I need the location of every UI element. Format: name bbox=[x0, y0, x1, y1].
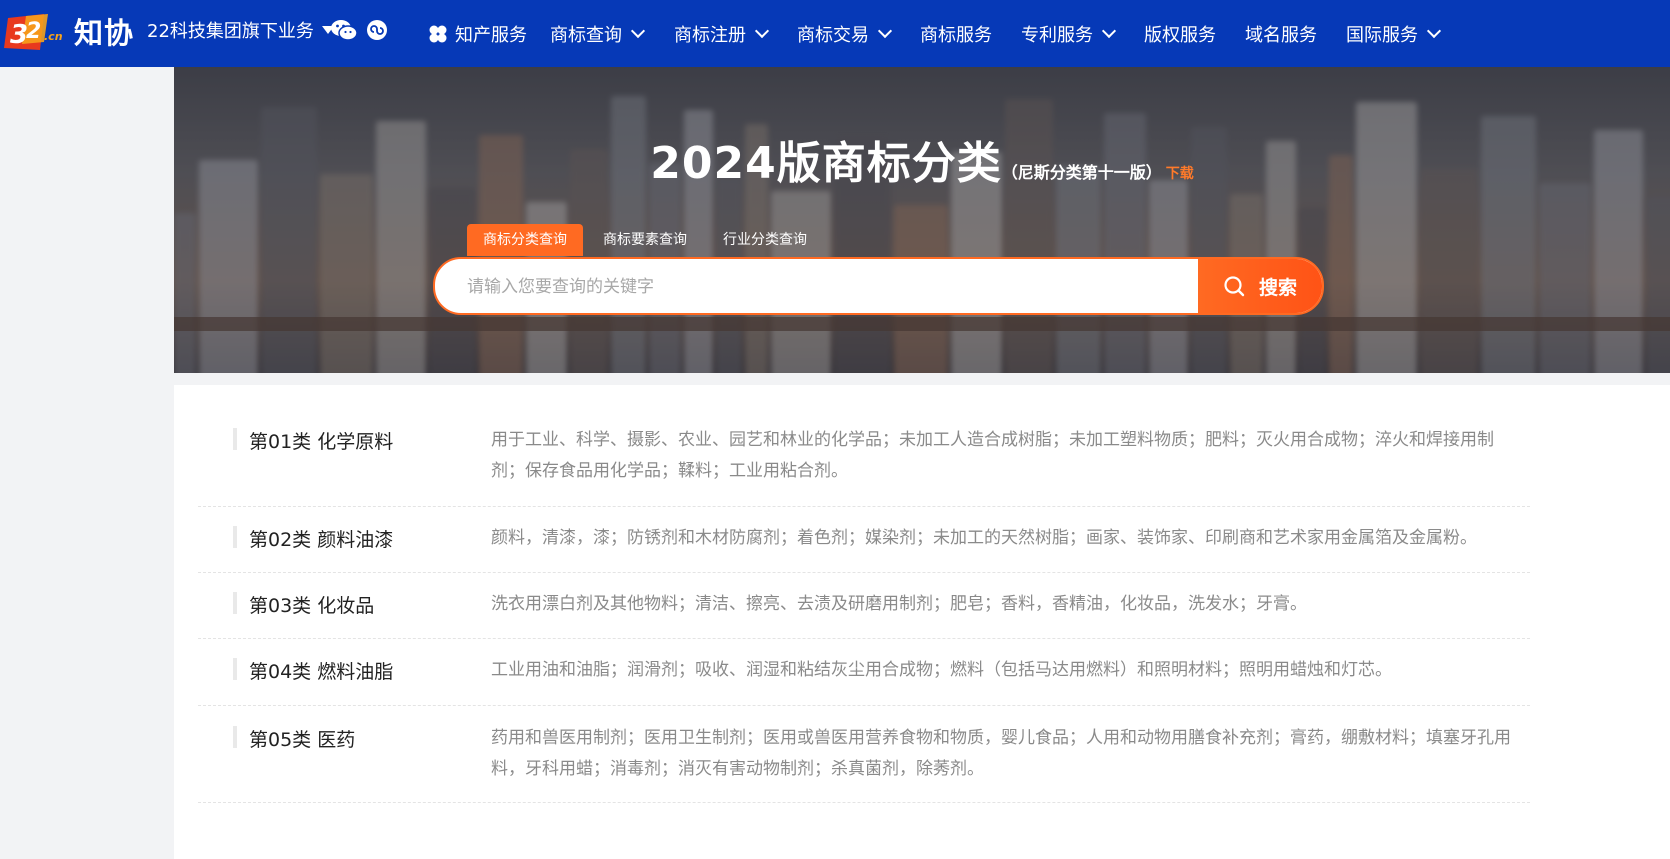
chevron-down-icon bbox=[1101, 23, 1117, 39]
nav-label: 专利服务 bbox=[1021, 24, 1093, 46]
search-button[interactable]: 搜索 bbox=[1198, 259, 1322, 313]
class-description: 用于工业、科学、摄影、农业、园艺和林业的化学品；未加工人造合成树脂；未加工塑料物… bbox=[491, 430, 1494, 481]
page-title: 2024版商标分类 bbox=[650, 138, 1002, 189]
nav-label: 国际服务 bbox=[1346, 24, 1418, 46]
row-marker bbox=[233, 726, 237, 748]
nav-trademark-search[interactable]: 商标查询 bbox=[550, 0, 646, 67]
class-description: 工业用油和油脂；润滑剂；吸收、润湿和粘结灰尘用合成物；燃料（包括马达用燃料）和照… bbox=[491, 660, 1392, 680]
class-list: 第01类 化学原料 用于工业、科学、摄影、农业、园艺和林业的化学品；未加工人造合… bbox=[174, 385, 1670, 859]
wechat-icon[interactable] bbox=[330, 18, 358, 42]
list-item[interactable]: 第04类 燃料油脂 工业用油和油脂；润滑剂；吸收、润湿和粘结灰尘用合成物；燃料（… bbox=[198, 638, 1530, 706]
brand-name[interactable]: 知协 bbox=[74, 10, 134, 52]
search-icon bbox=[1224, 276, 1245, 297]
tab-class-search[interactable]: 商标分类查询 bbox=[467, 224, 583, 256]
nav-ip-services[interactable]: 知产服务 bbox=[428, 0, 527, 67]
chevron-down-icon bbox=[1426, 23, 1442, 39]
top-navigation-bar: 3 2 .cn 知协 22科技集团旗下业务 知产服务 商标查询 商标注册 商标交… bbox=[0, 0, 1670, 67]
nav-international-service[interactable]: 国际服务 bbox=[1346, 0, 1442, 67]
nav-label: 版权服务 bbox=[1144, 24, 1216, 46]
list-item[interactable]: 第03类 化妆品 洗衣用漂白剂及其他物料；清洁、擦亮、去渍及研磨用制剂；肥皂；香… bbox=[198, 572, 1530, 639]
clover-icon bbox=[429, 25, 447, 42]
hero-banner: 2024版商标分类（尼斯分类第十一版） 下载 商标分类查询 商标要素查询 行业分类… bbox=[174, 67, 1670, 373]
nav-label: 知产服务 bbox=[455, 24, 527, 46]
class-name[interactable]: 第01类 化学原料 bbox=[249, 427, 393, 454]
nav-domain-service[interactable]: 域名服务 bbox=[1245, 0, 1317, 67]
search-tabs: 商标分类查询 商标要素查询 行业分类查询 bbox=[467, 224, 827, 256]
nav-label: 商标查询 bbox=[550, 24, 622, 46]
nav-label: 商标服务 bbox=[920, 24, 992, 46]
tab-industry-search[interactable]: 行业分类查询 bbox=[707, 224, 823, 256]
chevron-down-icon bbox=[754, 23, 770, 39]
nav-label: 域名服务 bbox=[1245, 24, 1317, 46]
nav-patent-service[interactable]: 专利服务 bbox=[1021, 0, 1117, 67]
download-link[interactable]: 下载 bbox=[1166, 166, 1194, 182]
class-description: 药用和兽医用制剂；医用卫生制剂；医用或兽医用营养食物和物质，婴儿食品；人用和动物… bbox=[491, 728, 1511, 779]
nav-trademark-trade[interactable]: 商标交易 bbox=[797, 0, 893, 67]
class-name[interactable]: 第02类 颜料油漆 bbox=[249, 525, 393, 552]
chevron-down-icon bbox=[630, 23, 646, 39]
nav-label: 商标交易 bbox=[797, 24, 869, 46]
chevron-down-icon bbox=[877, 23, 893, 39]
list-item[interactable]: 第02类 颜料油漆 颜料，清漆，漆；防锈剂和木材防腐剂；着色剂；媒染剂；未加工的… bbox=[198, 506, 1530, 573]
nav-trademark-register[interactable]: 商标注册 bbox=[674, 0, 770, 67]
search-button-label: 搜索 bbox=[1258, 276, 1297, 299]
class-name[interactable]: 第03类 化妆品 bbox=[249, 591, 374, 618]
list-item[interactable]: 第01类 化学原料 用于工业、科学、摄影、农业、园艺和林业的化学品；未加工人造合… bbox=[198, 407, 1530, 507]
hero-heading: 2024版商标分类（尼斯分类第十一版） 下载 bbox=[174, 127, 1670, 191]
svg-text:2: 2 bbox=[26, 19, 41, 44]
tab-element-search[interactable]: 商标要素查询 bbox=[587, 224, 703, 256]
brand-logo[interactable]: 3 2 .cn bbox=[4, 12, 72, 52]
class-description: 洗衣用漂白剂及其他物料；清洁、擦亮、去渍及研磨用制剂；肥皂；香料，香精油，化妆品… bbox=[491, 594, 1307, 614]
list-item[interactable]: 第05类 医药 药用和兽医用制剂；医用卫生制剂；医用或兽医用营养食物和物质，婴儿… bbox=[198, 705, 1530, 803]
search-box: 搜索 bbox=[433, 257, 1324, 315]
svg-text:.cn: .cn bbox=[44, 30, 63, 43]
group-business-label: 22科技集团旗下业务 bbox=[147, 21, 314, 42]
mini-program-icon[interactable] bbox=[366, 19, 388, 41]
row-marker bbox=[233, 658, 237, 680]
row-marker bbox=[233, 526, 237, 548]
nav-label: 商标注册 bbox=[674, 24, 746, 46]
group-business-dropdown[interactable]: 22科技集团旗下业务 bbox=[147, 17, 334, 43]
nav-copyright-service[interactable]: 版权服务 bbox=[1144, 0, 1216, 67]
row-marker bbox=[233, 592, 237, 614]
class-description: 颜料，清漆，漆；防锈剂和木材防腐剂；着色剂；媒染剂；未加工的天然树脂；画家、装饰… bbox=[491, 528, 1477, 548]
hero-overlay bbox=[174, 67, 1670, 373]
class-name[interactable]: 第05类 医药 bbox=[249, 725, 355, 752]
row-marker bbox=[233, 428, 237, 450]
nav-trademark-service[interactable]: 商标服务 bbox=[920, 0, 992, 67]
page-subtitle: （尼斯分类第十一版） bbox=[1001, 163, 1162, 182]
class-name[interactable]: 第04类 燃料油脂 bbox=[249, 657, 393, 684]
search-input[interactable] bbox=[465, 259, 1189, 313]
